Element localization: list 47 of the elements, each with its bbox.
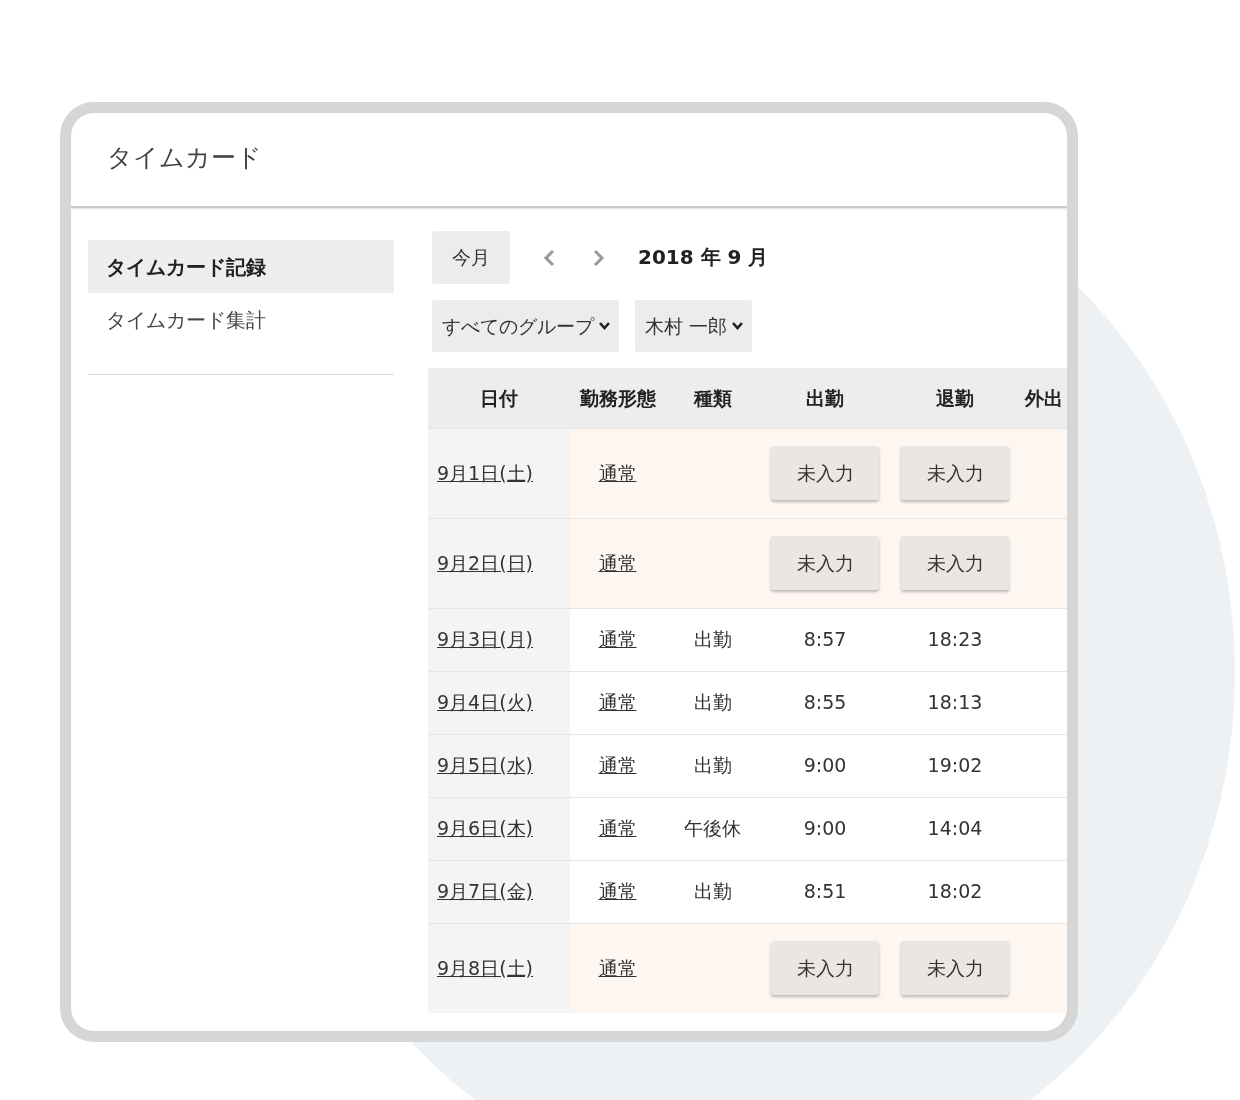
work-style-link[interactable]: 通常 — [598, 957, 637, 979]
user-dropdown[interactable]: 木村 一郎 — [635, 299, 753, 352]
clock-out-time: 18:23 — [927, 628, 983, 651]
current-month-button[interactable]: 今月 — [432, 231, 510, 284]
date-link[interactable]: 9月8日(土) — [437, 957, 533, 979]
clock-out-time: 14:04 — [927, 817, 983, 840]
sidebar-item[interactable]: タイムカード集計 — [88, 293, 394, 346]
clock-in-button[interactable]: 未入力 — [771, 446, 879, 500]
column-header: 外出 — [1020, 368, 1067, 428]
column-header: 種類 — [665, 368, 760, 428]
clock-in-time: 9:00 — [803, 754, 847, 777]
attendance-type: 出勤 — [693, 691, 732, 714]
attendance-type: 出勤 — [693, 754, 732, 777]
date-link[interactable]: 9月2日(日) — [437, 551, 533, 574]
work-style-link[interactable]: 通常 — [598, 691, 637, 714]
clock-in-time: 8:55 — [803, 691, 847, 714]
clock-out-button[interactable]: 未入力 — [901, 536, 1009, 590]
clock-in-time: 8:57 — [803, 628, 847, 651]
column-header: 勤務形態 — [570, 368, 665, 428]
clock-out-button[interactable]: 未入力 — [901, 446, 1009, 500]
clock-out-button[interactable]: 未入力 — [901, 941, 1009, 996]
column-header: 日付 — [428, 368, 570, 428]
work-style-link[interactable]: 通常 — [598, 628, 637, 651]
month-label: 2018 年 9 月 — [638, 244, 769, 272]
work-style-link[interactable]: 通常 — [598, 817, 637, 840]
clock-in-button[interactable]: 未入力 — [771, 941, 879, 996]
clock-in-time: 8:51 — [803, 880, 847, 903]
column-header: 出勤 — [760, 368, 890, 428]
clock-out-time: 18:13 — [927, 691, 983, 714]
clock-in-time: 9:00 — [803, 817, 847, 840]
sidebar-item[interactable]: タイムカード記録 — [88, 240, 394, 293]
date-link[interactable]: 9月1日(土) — [437, 461, 533, 484]
work-style-link[interactable]: 通常 — [598, 754, 637, 777]
work-style-link[interactable]: 通常 — [598, 880, 637, 903]
clock-out-time: 19:02 — [927, 754, 983, 777]
attendance-type: 午後休 — [684, 817, 741, 840]
clock-out-time: 18:02 — [927, 880, 983, 903]
work-style-link[interactable]: 通常 — [598, 461, 637, 484]
work-style-link[interactable]: 通常 — [598, 551, 637, 574]
attendance-type: 出勤 — [693, 628, 732, 651]
caret-icon — [731, 320, 745, 331]
attendance-type: 出勤 — [693, 880, 732, 903]
caret-icon — [598, 320, 611, 331]
clock-in-button[interactable]: 未入力 — [771, 536, 879, 590]
page-title: タイムカード — [71, 113, 1067, 208]
column-header: 退勤 — [890, 368, 1020, 428]
group-dropdown[interactable]: すべてのグループ — [432, 299, 619, 352]
